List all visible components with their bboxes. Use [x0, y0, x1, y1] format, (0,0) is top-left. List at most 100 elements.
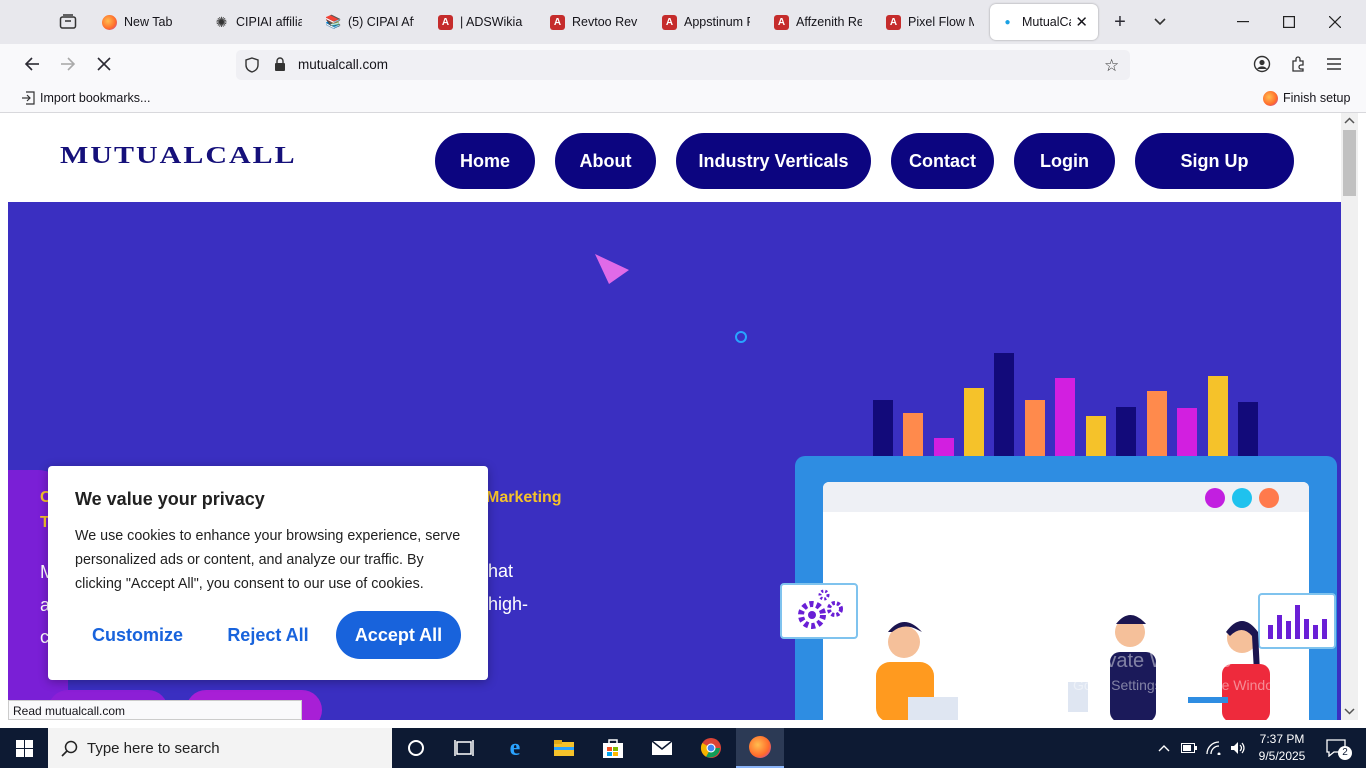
file-explorer-icon[interactable] — [540, 728, 588, 768]
hero-heading-fragment: Marketing — [486, 489, 562, 506]
firefox-icon — [1263, 91, 1278, 106]
battery-icon[interactable] — [1177, 728, 1201, 768]
window-dot-icon — [1232, 488, 1252, 508]
taskbar-clock[interactable]: 7:37 PM 9/5/2025 — [1254, 731, 1310, 765]
tab-strip: New Tab ✺ CIPIAI affiliate 📚 (5) CIPAI A… — [0, 0, 1366, 44]
page-scrollbar[interactable] — [1341, 113, 1358, 720]
window-dot-icon — [1259, 488, 1279, 508]
back-icon[interactable] — [17, 50, 47, 78]
adswikia-icon: A — [886, 14, 901, 30]
tab-title: Revtoo Revie — [572, 15, 638, 29]
gear-bubble — [780, 583, 858, 639]
navigation-toolbar: mutualcall.com ☆ — [0, 44, 1366, 84]
cookie-body: We use cookies to enhance your browsing … — [75, 528, 461, 592]
book-icon: 📚 — [325, 14, 342, 29]
tab-title: (5) CIPAI Affil — [348, 15, 414, 29]
tab-mutualcall[interactable]: ● MutualCal ✕ — [990, 4, 1098, 40]
clock-date: 9/5/2025 — [1258, 749, 1306, 763]
tab-title: Pixel Flow Me — [908, 15, 974, 29]
list-tabs-icon[interactable] — [1145, 8, 1175, 36]
tab-cipai-affil[interactable]: 📚 (5) CIPAI Affil — [316, 4, 424, 40]
tab-title: | ADSWikia - — [460, 15, 526, 29]
shield-icon[interactable] — [244, 57, 260, 78]
tab-title: New Tab — [124, 15, 173, 29]
bar-chart-illustration — [873, 353, 1258, 460]
adswikia-icon: A — [774, 14, 789, 30]
windows-taskbar: Type here to search e 7:37 PM 9/5/2025 2 — [0, 728, 1366, 768]
site-header: MUTUALCALL Home About Industry Verticals… — [8, 113, 1341, 202]
finish-setup-link[interactable]: Finish setup — [1283, 91, 1350, 105]
hero-text-fragment: hat — [488, 561, 514, 581]
maximize-icon[interactable] — [1269, 6, 1309, 38]
tab-title: Appstinum R — [684, 15, 750, 29]
start-windows-icon[interactable] — [0, 728, 48, 768]
menu-icon[interactable] — [1319, 50, 1349, 78]
cortana-icon[interactable] — [392, 728, 440, 768]
nav-signup-button[interactable]: Sign Up — [1135, 133, 1294, 189]
close-tab-icon[interactable]: ✕ — [1075, 13, 1088, 31]
url-text: mutualcall.com — [298, 57, 389, 72]
url-bar[interactable]: mutualcall.com ☆ — [236, 50, 1130, 80]
scroll-down-icon[interactable] — [1344, 708, 1355, 715]
scroll-up-icon[interactable] — [1344, 117, 1355, 124]
cookie-title: We value your privacy — [75, 489, 265, 509]
gear-icon — [798, 589, 843, 629]
import-bookmarks-link[interactable]: Import bookmarks... — [40, 91, 150, 105]
close-window-icon[interactable] — [1315, 6, 1355, 38]
adswikia-icon: A — [662, 14, 677, 30]
nav-about-button[interactable]: About — [555, 133, 656, 189]
network-icon[interactable] — [1202, 728, 1226, 768]
notification-count-badge: 2 — [1338, 746, 1352, 760]
site-logo[interactable]: MUTUALCALL — [60, 142, 297, 169]
mutualcall-icon: ● — [1004, 16, 1011, 28]
scrollbar-thumb[interactable] — [1343, 130, 1356, 196]
tab-revtoo[interactable]: A Revtoo Revie — [540, 4, 648, 40]
notifications-icon[interactable]: 2 — [1316, 728, 1356, 768]
reject-all-button[interactable]: Reject All — [208, 611, 328, 659]
search-placeholder: Type here to search — [87, 739, 220, 757]
window-dot-icon — [1205, 488, 1225, 508]
bookmark-star-icon[interactable]: ☆ — [1104, 56, 1119, 76]
task-view-icon[interactable] — [440, 728, 488, 768]
taskbar-search-box[interactable]: Type here to search — [48, 728, 392, 768]
tab-adswikia[interactable]: A | ADSWikia - — [428, 4, 536, 40]
mail-icon[interactable] — [638, 728, 686, 768]
hero-text-fragment: high- — [488, 594, 529, 614]
firefox-icon — [102, 14, 117, 30]
lock-icon[interactable] — [274, 57, 286, 77]
tab-title: MutualCal — [1022, 15, 1071, 29]
minimize-icon[interactable] — [1223, 6, 1263, 38]
account-icon[interactable] — [1247, 50, 1277, 78]
firefox-taskbar-icon[interactable] — [736, 728, 784, 768]
tab-cipiai[interactable]: ✺ CIPIAI affiliate — [204, 4, 312, 40]
chrome-icon[interactable] — [687, 728, 735, 768]
show-hidden-icons-icon[interactable] — [1152, 728, 1176, 768]
tab-appstinum[interactable]: A Appstinum R — [652, 4, 760, 40]
tab-new-tab[interactable]: New Tab — [92, 4, 200, 40]
stop-loading-icon[interactable] — [89, 50, 119, 78]
tab-pixel-flow[interactable]: A Pixel Flow Me — [876, 4, 984, 40]
import-icon — [21, 91, 35, 108]
nav-login-button[interactable]: Login — [1014, 133, 1115, 189]
activate-windows-subtitle: Go to Settings to activate Windows. — [1073, 677, 1294, 693]
new-tab-icon[interactable]: + — [1105, 8, 1135, 36]
microsoft-store-icon[interactable] — [589, 728, 637, 768]
forward-icon[interactable] — [53, 50, 83, 78]
clock-time: 7:37 PM — [1259, 732, 1305, 746]
edge-icon[interactable]: e — [491, 728, 539, 768]
nav-industry-verticals-button[interactable]: Industry Verticals — [676, 133, 871, 189]
search-icon — [61, 740, 78, 757]
volume-icon[interactable] — [1226, 728, 1250, 768]
extensions-icon[interactable] — [1283, 50, 1313, 78]
tab-affzenith[interactable]: A Affzenith Rev — [764, 4, 872, 40]
bookmarks-toolbar: Import bookmarks... Finish setup — [0, 84, 1366, 113]
status-bar: Read mutualcall.com — [8, 700, 302, 720]
cookie-consent-dialog: We value your privacy We use cookies to … — [48, 466, 488, 680]
customize-button[interactable]: Customize — [75, 611, 200, 659]
adswikia-icon: A — [438, 14, 453, 30]
accept-all-button[interactable]: Accept All — [336, 611, 461, 659]
nav-contact-button[interactable]: Contact — [891, 133, 994, 189]
nav-home-button[interactable]: Home — [435, 133, 535, 189]
tab-title: Affzenith Rev — [796, 15, 862, 29]
tab-overview-icon[interactable] — [53, 8, 83, 36]
